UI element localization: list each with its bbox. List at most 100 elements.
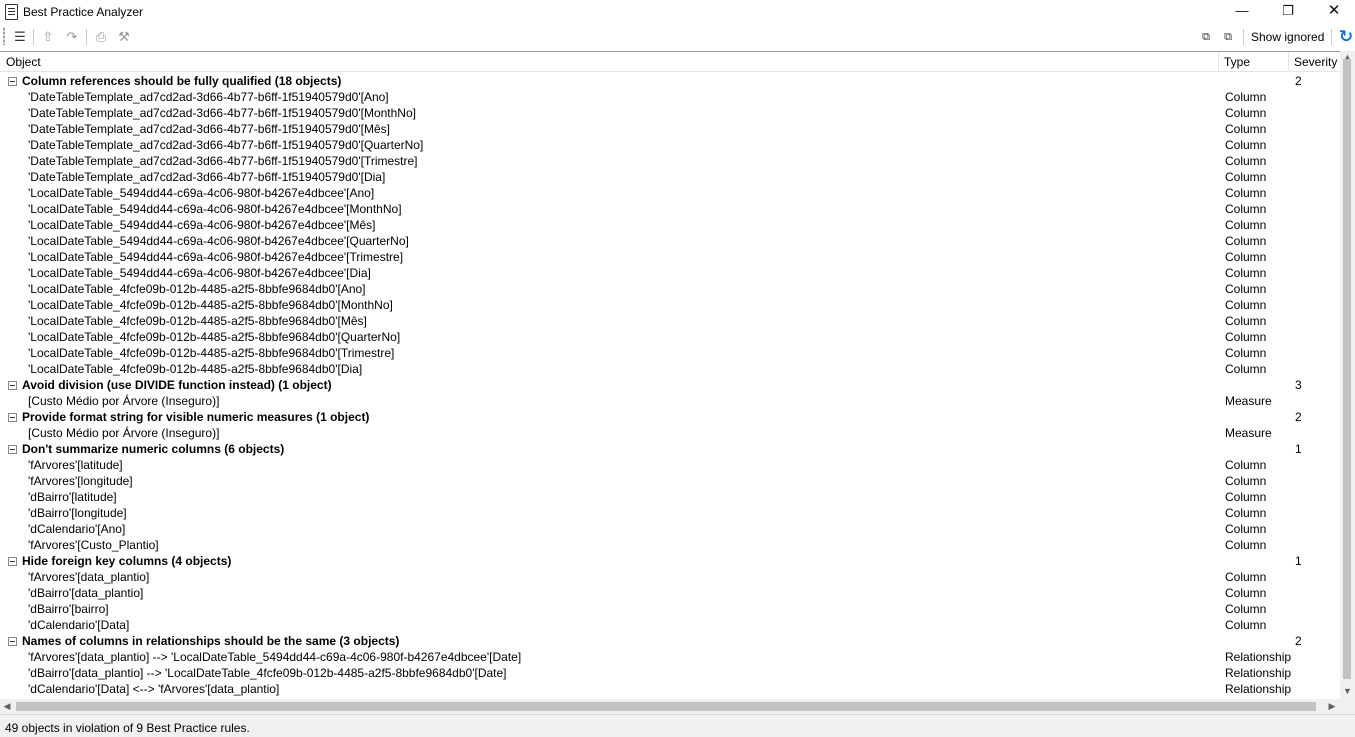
violation-row[interactable]: 'fArvores'[longitude] Column	[0, 473, 1340, 489]
generate-fix-script-icon[interactable]: ⎙	[91, 27, 111, 47]
collapse-toggle-icon[interactable]	[8, 413, 17, 422]
object-name: 'fArvores'[data_plantio]	[28, 570, 150, 584]
violations-list[interactable]: Object Type Severity Column references s…	[0, 51, 1340, 700]
apply-fix-icon[interactable]: ⚒	[114, 27, 134, 47]
object-name: 'LocalDateTable_4fcfe09b-012b-4485-a2f5-…	[28, 362, 363, 376]
column-divider[interactable]	[1288, 52, 1289, 71]
violation-row[interactable]: 'fArvores'[latitude] Column	[0, 457, 1340, 473]
violation-row[interactable]: 'fArvores'[data_plantio] Column	[0, 569, 1340, 585]
violation-row[interactable]: 'DateTableTemplate_ad7cd2ad-3d66-4b77-b6…	[0, 89, 1340, 105]
violation-row[interactable]: 'LocalDateTable_5494dd44-c69a-4c06-980f-…	[0, 217, 1340, 233]
object-name: 'dBairro'[data_plantio] --> 'LocalDateTa…	[28, 666, 507, 680]
rule-group-row[interactable]: Column references should be fully qualif…	[0, 73, 1340, 89]
violation-row[interactable]: 'LocalDateTable_4fcfe09b-012b-4485-a2f5-…	[0, 313, 1340, 329]
collapse-toggle-icon[interactable]	[8, 557, 17, 566]
scroll-down-icon[interactable]: ▼	[1340, 685, 1355, 697]
collapse-toggle-icon[interactable]	[8, 381, 17, 390]
object-type: Column	[1225, 570, 1267, 584]
violation-row[interactable]: 'DateTableTemplate_ad7cd2ad-3d66-4b77-b6…	[0, 121, 1340, 137]
violation-row[interactable]: 'dCalendario'[Data] <--> 'fArvores'[data…	[0, 681, 1340, 697]
violation-row[interactable]: 'LocalDateTable_4fcfe09b-012b-4485-a2f5-…	[0, 281, 1340, 297]
object-type: Column	[1225, 154, 1267, 168]
show-ignored-button[interactable]: Show ignored	[1251, 28, 1324, 46]
rule-title: Provide format string for visible numeri…	[22, 410, 370, 424]
object-type: Column	[1225, 346, 1267, 360]
collapse-all-icon[interactable]: ⧉	[1196, 27, 1216, 47]
expand-all-icon[interactable]: ⧉	[1218, 27, 1238, 47]
horizontal-scrollbar[interactable]: ◀ ▶	[0, 699, 1340, 714]
violation-row[interactable]: 'LocalDateTable_4fcfe09b-012b-4485-a2f5-…	[0, 329, 1340, 345]
violation-row[interactable]: 'dCalendario'[Data] Column	[0, 617, 1340, 633]
object-type: Column	[1225, 586, 1267, 600]
object-type: Column	[1225, 330, 1267, 344]
violation-row[interactable]: 'dBairro'[data_plantio] --> 'LocalDateTa…	[0, 665, 1340, 681]
column-divider[interactable]	[1218, 52, 1219, 71]
violation-row[interactable]: 'LocalDateTable_4fcfe09b-012b-4485-a2f5-…	[0, 361, 1340, 377]
rule-title: Names of columns in relationships should…	[22, 634, 400, 648]
rule-group-row[interactable]: Provide format string for visible numeri…	[0, 409, 1340, 425]
vertical-scroll-thumb[interactable]	[1343, 59, 1351, 679]
violation-row[interactable]: 'DateTableTemplate_ad7cd2ad-3d66-4b77-b6…	[0, 153, 1340, 169]
violation-row[interactable]: 'dBairro'[longitude] Column	[0, 505, 1340, 521]
window-title: Best Practice Analyzer	[23, 5, 144, 19]
minimize-icon[interactable]: —	[1219, 0, 1265, 24]
object-type: Column	[1225, 122, 1267, 136]
scrollbar-corner	[1340, 699, 1355, 714]
column-header-severity[interactable]: Severity	[1294, 55, 1337, 69]
severity-value: 2	[1295, 410, 1302, 424]
violation-row[interactable]: 'DateTableTemplate_ad7cd2ad-3d66-4b77-b6…	[0, 137, 1340, 153]
violation-row[interactable]: 'LocalDateTable_5494dd44-c69a-4c06-980f-…	[0, 249, 1340, 265]
violation-row[interactable]: 'LocalDateTable_4fcfe09b-012b-4485-a2f5-…	[0, 297, 1340, 313]
horizontal-scroll-thumb[interactable]	[16, 702, 1316, 711]
violation-row[interactable]: 'LocalDateTable_5494dd44-c69a-4c06-980f-…	[0, 265, 1340, 281]
collapse-toggle-icon[interactable]	[8, 77, 17, 86]
object-type: Column	[1225, 106, 1267, 120]
violation-row[interactable]: [Custo Médio por Árvore (Inseguro)] Measu…	[0, 393, 1340, 409]
violation-row[interactable]: [Custo Médio por Árvore (Inseguro)] Measu…	[0, 425, 1340, 441]
object-name: 'DateTableTemplate_ad7cd2ad-3d66-4b77-b6…	[28, 154, 418, 168]
rule-title: Don't summarize numeric columns (6 objec…	[22, 442, 285, 456]
object-name: 'LocalDateTable_4fcfe09b-012b-4485-a2f5-…	[28, 314, 367, 328]
restore-icon[interactable]: ❐	[1265, 0, 1311, 24]
object-type: Column	[1225, 186, 1267, 200]
violation-row[interactable]: 'LocalDateTable_4fcfe09b-012b-4485-a2f5-…	[0, 345, 1340, 361]
vertical-scrollbar[interactable]: ▲ ▼	[1340, 51, 1355, 699]
violation-row[interactable]: 'dBairro'[latitude] Column	[0, 489, 1340, 505]
violation-row[interactable]: 'dBairro'[data_plantio] Column	[0, 585, 1340, 601]
object-type: Column	[1225, 234, 1267, 248]
violation-row[interactable]: 'DateTableTemplate_ad7cd2ad-3d66-4b77-b6…	[0, 169, 1340, 185]
go-to-object-icon[interactable]: ⇧	[38, 27, 58, 47]
collapse-toggle-icon[interactable]	[8, 637, 17, 646]
violation-row[interactable]: 'dBairro'[bairro] Column	[0, 601, 1340, 617]
rule-title: Column references should be fully qualif…	[22, 74, 342, 88]
collapse-toggle-icon[interactable]	[8, 445, 17, 454]
scroll-right-icon[interactable]: ▶	[1325, 699, 1339, 714]
object-name: 'fArvores'[longitude]	[28, 474, 133, 488]
violation-row[interactable]: 'DateTableTemplate_ad7cd2ad-3d66-4b77-b6…	[0, 105, 1340, 121]
violation-row[interactable]: 'LocalDateTable_5494dd44-c69a-4c06-980f-…	[0, 233, 1340, 249]
object-type: Column	[1225, 138, 1267, 152]
rule-title: Hide foreign key columns (4 objects)	[22, 554, 232, 568]
violation-row[interactable]: 'fArvores'[Custo_Plantio] Column	[0, 537, 1340, 553]
toolbar-separator	[1331, 29, 1332, 45]
object-name: 'LocalDateTable_5494dd44-c69a-4c06-980f-…	[28, 250, 404, 264]
object-type: Column	[1225, 618, 1267, 632]
scroll-left-icon[interactable]: ◀	[0, 699, 14, 714]
status-text: 49 objects in violation of 9 Best Practi…	[5, 721, 250, 735]
violation-row[interactable]: 'fArvores'[data_plantio] --> 'LocalDateT…	[0, 649, 1340, 665]
column-header-object[interactable]: Object	[6, 55, 41, 69]
violation-row[interactable]: 'LocalDateTable_5494dd44-c69a-4c06-980f-…	[0, 201, 1340, 217]
column-header-type[interactable]: Type	[1224, 55, 1250, 69]
rule-group-row[interactable]: Avoid division (use DIVIDE function inst…	[0, 377, 1340, 393]
checklist-icon[interactable]: ☰	[10, 27, 30, 47]
ignore-item-icon[interactable]: ↷	[62, 27, 82, 47]
violation-row[interactable]: 'LocalDateTable_5494dd44-c69a-4c06-980f-…	[0, 185, 1340, 201]
violation-row[interactable]: 'dCalendario'[Ano] Column	[0, 521, 1340, 537]
refresh-icon[interactable]: ↻	[1336, 27, 1355, 47]
toolbar-grip[interactable]	[3, 27, 5, 45]
rule-group-row[interactable]: Don't summarize numeric columns (6 objec…	[0, 441, 1340, 457]
close-icon[interactable]: ✕	[1311, 0, 1355, 24]
rule-group-row[interactable]: Names of columns in relationships should…	[0, 633, 1340, 649]
rule-group-row[interactable]: Hide foreign key columns (4 objects) 1	[0, 553, 1340, 569]
title-bar: Best Practice Analyzer — ❐ ✕	[0, 0, 1355, 24]
